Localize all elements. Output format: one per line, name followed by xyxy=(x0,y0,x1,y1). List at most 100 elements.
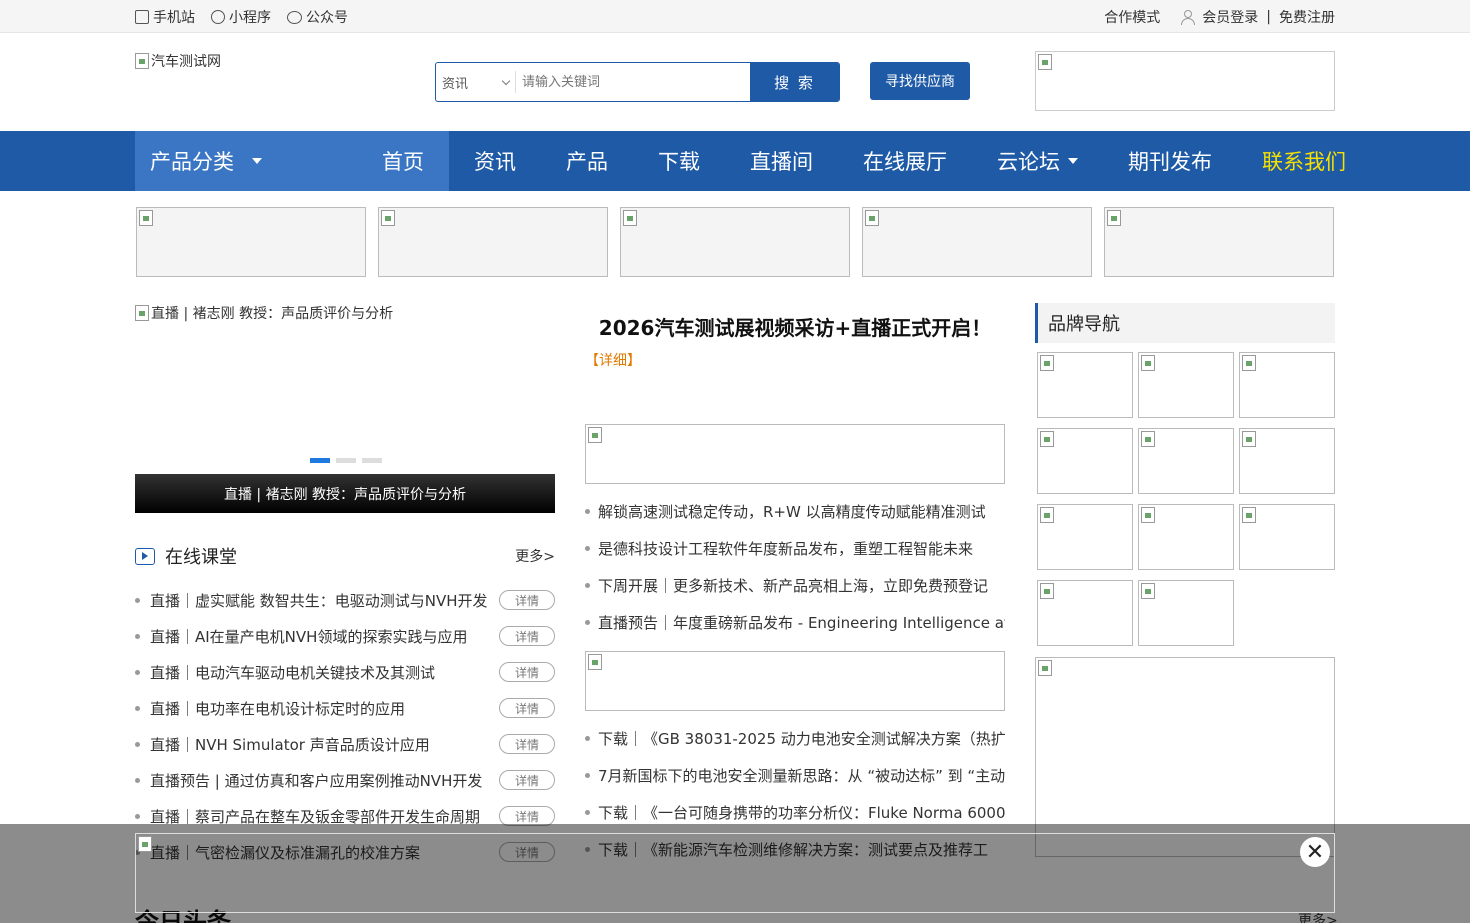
bullet xyxy=(585,772,590,778)
brand-logo[interactable] xyxy=(1138,428,1234,494)
mobile-icon xyxy=(135,10,149,24)
banner-ad-1[interactable] xyxy=(136,207,366,277)
news-title[interactable]: 解锁高速测试稳定传动，R+W 以高精度传动赋能精准测试 xyxy=(598,501,986,522)
nav-forum[interactable]: 云论坛 xyxy=(972,131,1103,191)
brand-logo[interactable] xyxy=(1037,428,1133,494)
nav-product-category[interactable]: 产品分类 xyxy=(135,131,357,191)
slide-image[interactable]: 直播 | 褚志刚 教授：声品质评价与分析 xyxy=(135,303,393,323)
news-title[interactable]: 下载｜《一台可随身携带的功率分析仪：Fluke Norma 6000 xyxy=(598,802,1005,823)
bullet xyxy=(135,705,140,711)
list-item[interactable]: 直播预告 | 通过仿真和客户应用案例推动NVH开发 详情 xyxy=(135,762,555,798)
bullet xyxy=(585,582,590,588)
detail-button[interactable]: 详情 xyxy=(499,590,555,610)
official-account-link[interactable]: 公众号 xyxy=(287,7,348,27)
course-more-link[interactable]: 更多> xyxy=(515,546,555,566)
brand-logo[interactable] xyxy=(1037,580,1133,646)
list-item[interactable]: 下载｜《一台可随身携带的功率分析仪：Fluke Norma 6000 xyxy=(585,797,1005,827)
close-icon[interactable]: ✕ xyxy=(1300,837,1330,867)
brand-logo[interactable] xyxy=(1239,428,1335,494)
separator: | xyxy=(1266,9,1271,25)
detail-button[interactable]: 详情 xyxy=(499,770,555,790)
brand-logo[interactable] xyxy=(1138,352,1234,418)
middle-ad-1[interactable] xyxy=(585,424,1005,484)
course-title[interactable]: 直播预告 | 通过仿真和客户应用案例推动NVH开发 xyxy=(150,770,499,791)
detail-button[interactable]: 详情 xyxy=(499,662,555,682)
broken-image-icon xyxy=(1038,660,1052,676)
slide-dot-2[interactable] xyxy=(336,458,356,463)
detail-button[interactable]: 详情 xyxy=(499,626,555,646)
slide-dot-3[interactable] xyxy=(362,458,382,463)
news-title[interactable]: 直播预告｜年度重磅新品发布 - Engineering Intelligence… xyxy=(598,612,1005,633)
register-link[interactable]: 免费注册 xyxy=(1279,7,1335,27)
nav-contact[interactable]: 联系我们 xyxy=(1237,131,1371,191)
headline-detail-link[interactable]: 【详细】 xyxy=(585,350,641,370)
course-title[interactable]: 直播｜NVH Simulator 声音品质设计应用 xyxy=(150,734,499,755)
brand-logo[interactable] xyxy=(1239,352,1335,418)
nav-exhibition[interactable]: 在线展厅 xyxy=(838,131,972,191)
caret-down-icon xyxy=(252,158,262,164)
list-item[interactable]: 直播｜电功率在电机设计标定时的应用 详情 xyxy=(135,690,555,726)
banner-ad-3[interactable] xyxy=(620,207,850,277)
middle-ad-2[interactable] xyxy=(585,651,1005,711)
course-title[interactable]: 直播｜电功率在电机设计标定时的应用 xyxy=(150,698,499,719)
broken-image-icon xyxy=(1141,507,1155,523)
nav-home[interactable]: 首页 xyxy=(357,131,449,191)
bullet xyxy=(135,741,140,747)
site-logo[interactable]: 汽车测试网 xyxy=(135,51,221,71)
course-title[interactable]: 直播｜电动汽车驱动电机关键技术及其测试 xyxy=(150,662,499,683)
course-title[interactable]: 直播｜AI在量产电机NVH领域的探索实践与应用 xyxy=(150,626,499,647)
slideshow[interactable]: 直播 | 褚志刚 教授：声品质评价与分析 直播 | 褚志刚 教授：声品质评价与分… xyxy=(135,303,555,513)
list-item[interactable]: 直播｜虚实赋能 数智共生：电驱动测试与NVH开发 详情 xyxy=(135,582,555,618)
slide-caption[interactable]: 直播 | 褚志刚 教授：声品质评价与分析 xyxy=(135,474,555,513)
brand-logo[interactable] xyxy=(1138,504,1234,570)
list-item[interactable]: 直播｜NVH Simulator 声音品质设计应用 详情 xyxy=(135,726,555,762)
banner-ad-2[interactable] xyxy=(378,207,608,277)
list-item[interactable]: 下载｜《GB 38031-2025 动力电池安全测试解决方案（热扩 xyxy=(585,723,1005,753)
mini-program-link[interactable]: 小程序 xyxy=(211,7,271,27)
bullet xyxy=(585,545,590,551)
mini-program-label: 小程序 xyxy=(229,10,271,26)
mobile-site-link[interactable]: 手机站 xyxy=(135,7,195,27)
list-item[interactable]: 下周开展｜更多新技术、新产品亮相上海，立即免费预登记 xyxy=(585,570,1005,600)
detail-button[interactable]: 详情 xyxy=(499,698,555,718)
list-item[interactable]: 直播｜电动汽车驱动电机关键技术及其测试 详情 xyxy=(135,654,555,690)
news-title[interactable]: 是德科技设计工程软件年度新品发布，重塑工程智能未来 xyxy=(598,538,973,559)
news-title[interactable]: 下载｜《GB 38031-2025 动力电池安全测试解决方案（热扩 xyxy=(598,728,1005,749)
list-item[interactable]: 直播预告｜年度重磅新品发布 - Engineering Intelligence… xyxy=(585,607,1005,637)
bullet xyxy=(585,809,590,815)
banner-ad-5[interactable] xyxy=(1104,207,1334,277)
detail-button[interactable]: 详情 xyxy=(499,734,555,754)
list-item[interactable]: 7月新国标下的电池安全测量新思路：从 “被动达标” 到 “主动 xyxy=(585,760,1005,790)
search-button[interactable]: 搜 索 xyxy=(750,63,839,101)
brand-logo[interactable] xyxy=(1037,352,1133,418)
nav-downloads[interactable]: 下载 xyxy=(633,131,725,191)
list-item[interactable]: 解锁高速测试稳定传动，R+W 以高精度传动赋能精准测试 xyxy=(585,496,1005,526)
brand-logo[interactable] xyxy=(1138,580,1234,646)
search-category-select[interactable]: 资讯 xyxy=(436,71,516,93)
slide-dot-1[interactable] xyxy=(310,458,330,463)
tv-play-icon xyxy=(135,547,155,565)
login-link[interactable]: 会员登录 xyxy=(1202,7,1258,27)
list-item[interactable]: 直播｜AI在量产电机NVH领域的探索实践与应用 详情 xyxy=(135,618,555,654)
nav-journal[interactable]: 期刊发布 xyxy=(1103,131,1237,191)
headline-title[interactable]: 2026汽车测试展视频采访+直播正式开启！ xyxy=(585,312,1005,341)
nav-category-label: 产品分类 xyxy=(150,150,234,174)
mobile-site-label: 手机站 xyxy=(153,10,195,26)
nav-live[interactable]: 直播间 xyxy=(725,131,838,191)
news-title[interactable]: 7月新国标下的电池安全测量新思路：从 “被动达标” 到 “主动 xyxy=(598,765,1005,786)
course-title[interactable]: 直播｜虚实赋能 数智共生：电驱动测试与NVH开发 xyxy=(150,590,499,611)
brand-logo[interactable] xyxy=(1037,504,1133,570)
find-supplier-button[interactable]: 寻找供应商 xyxy=(870,62,970,100)
cooperation-link[interactable]: 合作模式 xyxy=(1104,7,1160,27)
banner-ad-4[interactable] xyxy=(862,207,1092,277)
nav-news[interactable]: 资讯 xyxy=(449,131,541,191)
floating-ad-image[interactable] xyxy=(135,833,1335,913)
header-ad-image[interactable] xyxy=(1035,51,1335,111)
search-input[interactable] xyxy=(516,63,750,101)
news-title[interactable]: 下周开展｜更多新技术、新产品亮相上海，立即免费预登记 xyxy=(598,575,988,596)
nav-products[interactable]: 产品 xyxy=(541,131,633,191)
list-item[interactable]: 是德科技设计工程软件年度新品发布，重塑工程智能未来 xyxy=(585,533,1005,563)
brand-logo[interactable] xyxy=(1239,504,1335,570)
detail-button[interactable]: 详情 xyxy=(499,806,555,826)
broken-image-icon xyxy=(138,836,152,852)
